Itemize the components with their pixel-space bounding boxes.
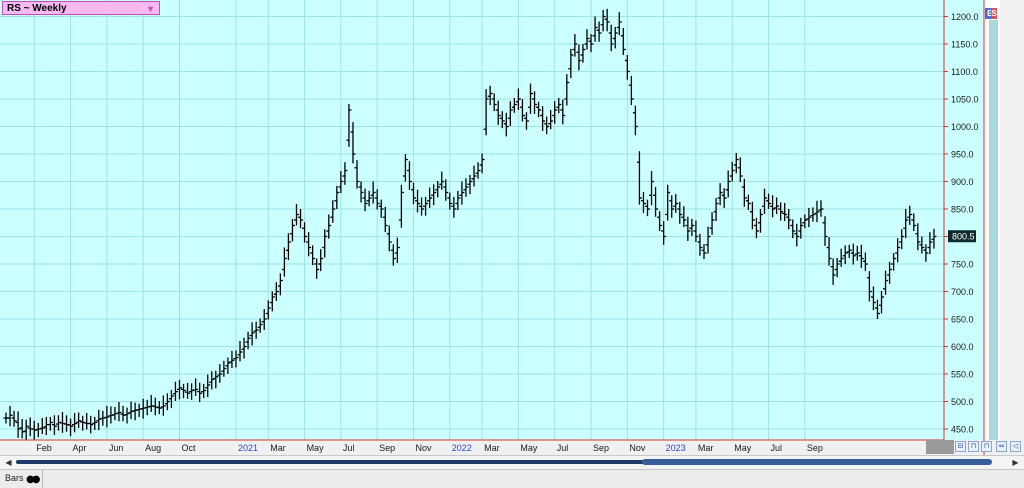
price-tick-label: 600.0 xyxy=(951,342,974,352)
price-tick-label: 500.0 xyxy=(951,397,974,407)
time-tick-label: Mar xyxy=(698,443,714,453)
horizontal-scrollbar[interactable]: ◀ ▶ xyxy=(0,455,1024,469)
time-tick-label: Aug xyxy=(145,443,161,453)
time-tick-label: May xyxy=(734,443,752,453)
time-axis-labels: Feb Apr Jun Aug Oct 2021 Mar May Jul Sep Nov 2022 Ma… xyxy=(36,443,823,453)
time-tick-label: Mar xyxy=(484,443,500,453)
price-tick-label: 950.0 xyxy=(951,150,974,160)
symbol-label: RS ~ Weekly xyxy=(7,3,67,14)
price-tick-label: 1000.0 xyxy=(951,122,979,132)
divider xyxy=(42,470,43,488)
status-bar: Bars ●● xyxy=(0,469,1024,488)
time-tick-label: Jul xyxy=(343,443,355,453)
time-tick-label: May xyxy=(307,443,325,453)
time-tick-label: 2022 xyxy=(452,443,472,453)
time-tick-label: May xyxy=(520,443,538,453)
time-tick-label: Mar xyxy=(270,443,286,453)
expand-icon[interactable]: ⊓ xyxy=(981,441,992,452)
scroll-back-icon[interactable]: ◁ xyxy=(1010,441,1021,452)
price-tick-label: 450.0 xyxy=(951,425,974,435)
time-tick-label: Feb xyxy=(36,443,52,453)
price-tick-label: 750.0 xyxy=(951,260,974,270)
time-cursor-box xyxy=(926,440,954,454)
time-tick-label: 2021 xyxy=(238,443,258,453)
price-chart[interactable]: 450.0500.0550.0600.0650.0700.0750.0800.0… xyxy=(0,0,1024,455)
time-tick-label: Sep xyxy=(593,443,609,453)
price-tick-label: 550.0 xyxy=(951,370,974,380)
price-tick-label: 900.0 xyxy=(951,177,974,187)
price-tick-label: 650.0 xyxy=(951,315,974,325)
time-tick-label: Sep xyxy=(807,443,823,453)
time-tick-label: Nov xyxy=(415,443,432,453)
vertical-scrollbar[interactable] xyxy=(989,20,998,440)
fit-icon[interactable]: ⇔ xyxy=(996,441,1007,452)
symbol-selector[interactable]: RS ~ Weekly ▼ xyxy=(2,1,160,15)
price-tick-label: 1200.0 xyxy=(951,12,979,22)
price-tick-label: 700.0 xyxy=(951,287,974,297)
price-tick-label: 850.0 xyxy=(951,205,974,215)
time-tick-label: Nov xyxy=(629,443,646,453)
time-tick-label: 2023 xyxy=(666,443,686,453)
scroll-left-icon[interactable]: ◀ xyxy=(3,457,14,468)
time-tick-label: Sep xyxy=(379,443,395,453)
glasses-icon[interactable]: ●● xyxy=(26,474,41,485)
price-tick-label: 1100.0 xyxy=(951,67,978,77)
time-tick-label: Jul xyxy=(557,443,569,453)
scroll-thumb[interactable] xyxy=(642,459,992,465)
compress-icon[interactable]: ⊓ xyxy=(968,441,979,452)
chevron-down-icon[interactable]: ▼ xyxy=(146,2,155,16)
time-tick-label: Jul xyxy=(771,443,783,453)
last-price-marker: 800.5 xyxy=(948,230,976,243)
price-tick-label: 1150.0 xyxy=(951,40,978,50)
time-tick-label: Jun xyxy=(109,443,124,453)
sell-badge[interactable]: S xyxy=(991,8,997,19)
last-price-label: 800.5 xyxy=(952,232,975,242)
price-tick-label: 1050.0 xyxy=(951,95,979,105)
time-tick-label: Oct xyxy=(181,443,196,453)
zoom-out-icon[interactable]: ⊟ xyxy=(955,441,966,452)
time-tick-label: Apr xyxy=(73,443,87,453)
scroll-right-icon[interactable]: ▶ xyxy=(1010,457,1021,468)
chart-style-label[interactable]: Bars xyxy=(5,473,24,483)
